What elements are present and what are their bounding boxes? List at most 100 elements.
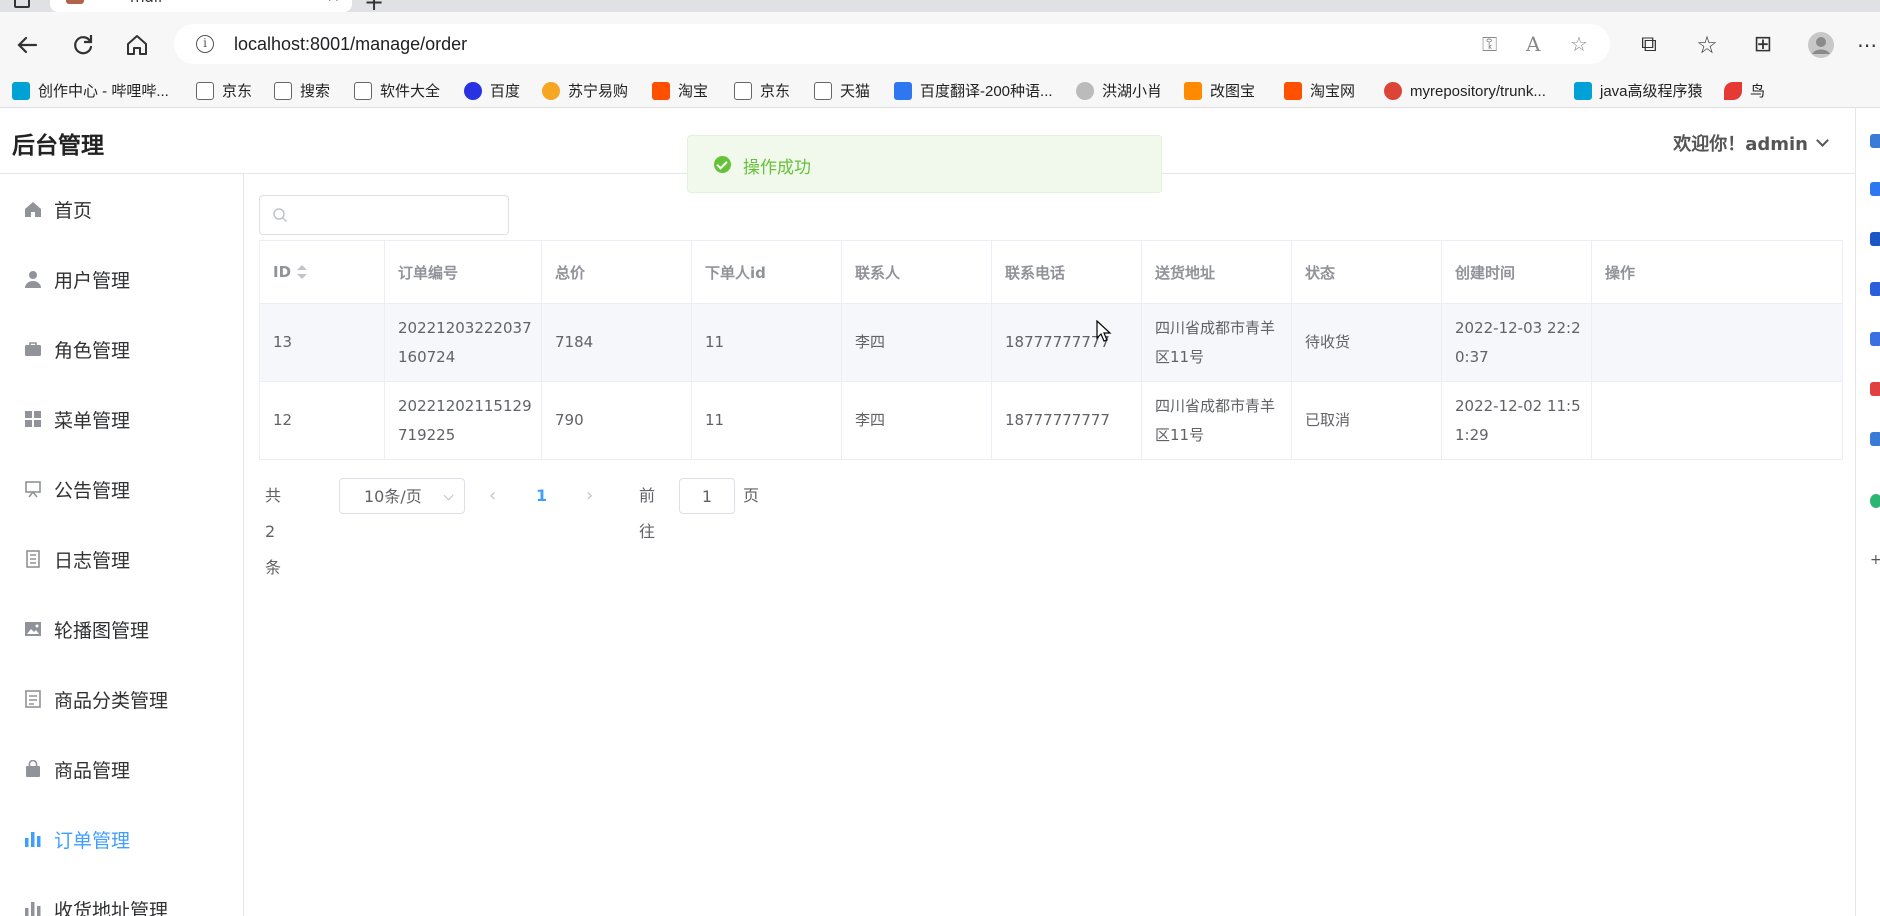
search-sidebar-icon[interactable] bbox=[1870, 134, 1880, 148]
suning-icon bbox=[542, 82, 560, 100]
cell-address: 四川省成都市青羊区11号 bbox=[1141, 381, 1292, 460]
sidebar-menu: 首页 用户管理 角色管理 菜单管理 公告管理 日志管理 轮播图管理 商品分类管理… bbox=[0, 174, 244, 916]
cell-status: 已取消 bbox=[1291, 381, 1442, 460]
bookmark-item[interactable]: 百度 bbox=[464, 76, 520, 107]
taobao-icon bbox=[652, 82, 670, 100]
bookmark-item[interactable]: 淘宝 bbox=[652, 76, 708, 107]
bookmark-item[interactable]: 苏宁易购 bbox=[542, 76, 628, 107]
tab-actions-icon[interactable] bbox=[14, 0, 30, 8]
favorites-icon[interactable]: ☆ bbox=[1692, 30, 1722, 60]
site-info-icon[interactable]: i bbox=[196, 35, 214, 53]
next-page-icon[interactable]: › bbox=[586, 478, 593, 514]
check-circle-icon bbox=[714, 156, 731, 173]
bookmark-item[interactable]: 洪湖小肖 bbox=[1076, 76, 1162, 107]
table-row[interactable]: 13 20221203222037160724 7184 11 李四 18777… bbox=[259, 303, 1843, 382]
briefcase-icon bbox=[25, 342, 41, 356]
bookmark-item[interactable]: 京东 bbox=[196, 76, 252, 107]
sidebar-item-products[interactable]: 商品管理 bbox=[0, 734, 243, 804]
app-title: 后台管理 bbox=[12, 133, 104, 159]
cell-address: 四川省成都市青羊区11号 bbox=[1141, 303, 1292, 382]
cell-phone: 18777777777 bbox=[991, 303, 1142, 382]
cell-user-id: 11 bbox=[691, 381, 842, 460]
chevron-down-icon bbox=[1816, 134, 1829, 147]
sidebar-item-notices[interactable]: 公告管理 bbox=[0, 454, 243, 524]
cell-phone: 18777777777 bbox=[991, 381, 1142, 460]
new-tab-icon[interactable]: + bbox=[364, 0, 384, 12]
sidebar-item-orders[interactable]: 订单管理 bbox=[0, 804, 243, 874]
bookmark-item[interactable]: 京东 bbox=[734, 76, 790, 107]
browser-tab-strip: mall ✕ + bbox=[0, 0, 1880, 12]
bookmark-item[interactable]: 改图宝 bbox=[1184, 76, 1255, 107]
category-icon bbox=[25, 690, 41, 708]
bookmark-item[interactable]: myrepository/trunk... bbox=[1384, 76, 1546, 107]
page-number-current[interactable]: 1 bbox=[536, 478, 547, 514]
main-content: ID 订单编号 总价 下单人id 联系人 联系电话 送货地址 状态 创建时间 操… bbox=[244, 174, 1855, 916]
office-icon[interactable] bbox=[1870, 382, 1880, 396]
welcome-text: 欢迎你！admin bbox=[1673, 134, 1808, 155]
back-icon[interactable] bbox=[12, 30, 42, 60]
cell-created-time: 2022-12-02 11:51:29 bbox=[1441, 381, 1592, 460]
sidebar-item-categories[interactable]: 商品分类管理 bbox=[0, 664, 243, 734]
browser-tab[interactable]: mall ✕ bbox=[50, 0, 352, 12]
column-header: 操作 bbox=[1591, 240, 1843, 304]
shopping-icon[interactable] bbox=[1870, 232, 1880, 246]
add-sidebar-icon[interactable]: + bbox=[1870, 552, 1880, 568]
bookmark-item[interactable]: 鸟 bbox=[1724, 76, 1765, 107]
address-bar[interactable]: i localhost:8001/manage/order ⚿ A ☆ bbox=[174, 24, 1610, 64]
prev-page-icon[interactable]: ‹ bbox=[489, 478, 496, 514]
bookmark-item[interactable]: java高级程序猿 bbox=[1574, 76, 1703, 107]
goto-page-input[interactable]: 1 bbox=[679, 478, 735, 514]
baidu-translate-icon bbox=[894, 82, 912, 100]
bookmark-item[interactable]: 天猫 bbox=[814, 76, 870, 107]
cell-contact: 李四 bbox=[841, 381, 992, 460]
search-input[interactable] bbox=[259, 195, 509, 235]
sort-icon[interactable] bbox=[297, 265, 308, 279]
cell-actions bbox=[1591, 303, 1843, 382]
user-icon bbox=[25, 271, 41, 288]
bird-icon bbox=[1724, 82, 1742, 100]
drop-icon[interactable] bbox=[1870, 494, 1880, 508]
browser-sidebar: + bbox=[1855, 108, 1880, 916]
column-header-id[interactable]: ID bbox=[259, 240, 385, 304]
sidebar-item-home[interactable]: 首页 bbox=[0, 174, 243, 244]
baidu-icon bbox=[464, 82, 482, 100]
sidebar-item-menus[interactable]: 菜单管理 bbox=[0, 384, 243, 454]
home-icon bbox=[25, 202, 41, 217]
profile-avatar-icon[interactable] bbox=[1806, 30, 1836, 60]
more-menu-icon[interactable]: ⋯ bbox=[1852, 30, 1880, 60]
user-dropdown[interactable]: 欢迎你！admin bbox=[1673, 130, 1829, 156]
sidebar-item-roles[interactable]: 角色管理 bbox=[0, 314, 243, 384]
table-row[interactable]: 12 20221202115129719225 790 11 李四 187777… bbox=[259, 381, 1843, 460]
cell-total: 790 bbox=[541, 381, 692, 460]
bookmark-item[interactable]: 创作中心 - 哔哩哔... bbox=[12, 76, 169, 107]
sidebar-item-addresses[interactable]: 收货地址管理 bbox=[0, 874, 243, 916]
home-browser-icon[interactable] bbox=[122, 30, 152, 60]
outlook-icon[interactable] bbox=[1870, 432, 1880, 446]
shopping-bag-icon bbox=[26, 760, 40, 777]
page-icon bbox=[734, 82, 752, 100]
tab-close-icon[interactable]: ✕ bbox=[327, 0, 340, 6]
key-icon[interactable]: ⚿ bbox=[1482, 32, 1497, 56]
bookmark-item[interactable]: 淘宝网 bbox=[1284, 76, 1355, 107]
bookmark-item[interactable]: 百度翻译-200种语... bbox=[894, 76, 1053, 107]
sidebar-item-carousel[interactable]: 轮播图管理 bbox=[0, 594, 243, 664]
column-header: 状态 bbox=[1291, 240, 1442, 304]
refresh-icon[interactable] bbox=[68, 30, 98, 60]
favorite-add-icon[interactable]: ☆ bbox=[1570, 32, 1588, 56]
copilot-icon[interactable] bbox=[1870, 182, 1880, 196]
chevron-down-icon bbox=[443, 490, 454, 501]
sidebar-item-label: 菜单管理 bbox=[54, 410, 131, 432]
tab-favicon-icon bbox=[66, 0, 84, 4]
page-size-select[interactable]: 10条/页 bbox=[339, 478, 465, 514]
address-icon bbox=[25, 902, 41, 916]
sidebar-item-logs[interactable]: 日志管理 bbox=[0, 524, 243, 594]
bookmark-item[interactable]: 软件大全 bbox=[354, 76, 440, 107]
bookmark-item[interactable]: 搜索 bbox=[274, 76, 330, 107]
sidebar-item-users[interactable]: 用户管理 bbox=[0, 244, 243, 314]
games-icon[interactable] bbox=[1870, 332, 1880, 346]
extensions-icon[interactable]: ⧉ bbox=[1634, 30, 1664, 60]
read-aloud-icon[interactable]: A bbox=[1526, 32, 1540, 56]
tools-icon[interactable] bbox=[1870, 282, 1880, 296]
url-text[interactable]: localhost:8001/manage/order bbox=[234, 34, 467, 55]
collections-icon[interactable]: ⊞ bbox=[1748, 30, 1778, 60]
